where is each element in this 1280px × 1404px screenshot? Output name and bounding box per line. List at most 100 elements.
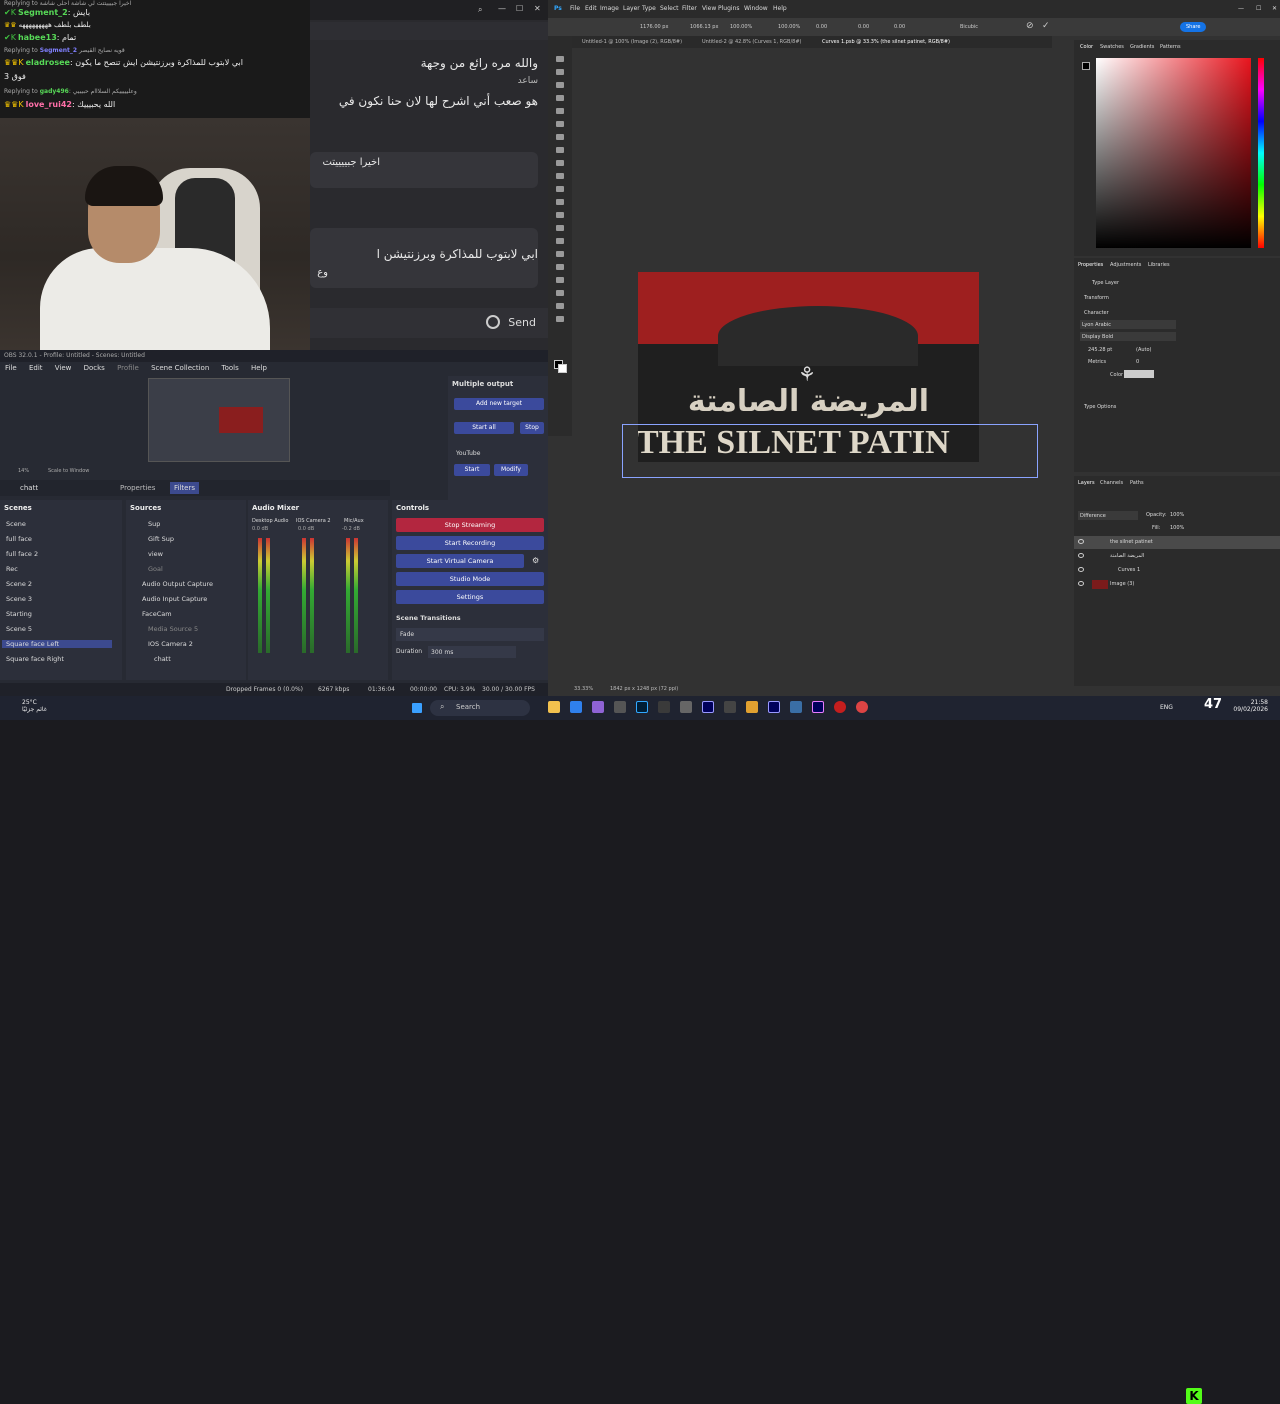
menu-file[interactable]: File: [570, 5, 580, 12]
scene-item[interactable]: full face 2: [6, 550, 38, 558]
layer-row-selected[interactable]: the silnet patinet: [1074, 536, 1280, 549]
healing-tool-icon[interactable]: [556, 147, 564, 153]
hue-slider[interactable]: [1258, 58, 1264, 248]
swatches-tab[interactable]: Swatches: [1100, 44, 1124, 50]
source-group[interactable]: chatt: [154, 655, 171, 663]
app-icon[interactable]: [746, 701, 758, 713]
menu-layer[interactable]: Layer: [623, 5, 640, 12]
menu-image[interactable]: Image: [600, 5, 619, 12]
zoom-tool-icon[interactable]: [556, 316, 564, 322]
close-icon[interactable]: ✕: [534, 4, 541, 13]
premiere-icon[interactable]: [812, 701, 824, 713]
libraries-tab[interactable]: Libraries: [1148, 262, 1170, 268]
weather-widget[interactable]: 25°C غائم جزئيًا: [22, 699, 47, 713]
angle-field[interactable]: 0.00: [816, 24, 827, 30]
menu-tools[interactable]: Tools: [222, 364, 239, 372]
pen-tool-icon[interactable]: [556, 251, 564, 257]
gear-icon[interactable]: [486, 315, 500, 329]
menu-help[interactable]: Help: [773, 5, 787, 12]
scene-item[interactable]: Scene 5: [6, 625, 32, 633]
type-tool-icon[interactable]: [556, 264, 564, 270]
cancel-transform-icon[interactable]: ⊘: [1026, 21, 1034, 31]
transform-section[interactable]: Transform: [1084, 295, 1109, 301]
obs-preview[interactable]: [148, 378, 290, 462]
language-indicator[interactable]: ENG: [1160, 704, 1173, 711]
system-clock[interactable]: 21:58 09/02/2026: [1233, 699, 1268, 713]
eyedropper-tool-icon[interactable]: [556, 134, 564, 140]
opacity-field[interactable]: 100%: [1170, 512, 1184, 518]
history-brush-icon[interactable]: [556, 186, 564, 192]
app-icon[interactable]: [658, 701, 670, 713]
source-group[interactable]: FaceCam: [142, 610, 172, 618]
start-icon[interactable]: [412, 703, 422, 713]
text-color-swatch[interactable]: [1124, 370, 1154, 378]
type-options-section[interactable]: Type Options: [1084, 404, 1116, 410]
menu-docks[interactable]: Docks: [84, 364, 105, 372]
transform-bounding-box[interactable]: [622, 424, 1038, 478]
background-color-swatch[interactable]: [558, 364, 567, 373]
menu-view[interactable]: View: [55, 364, 72, 372]
vscode-icon[interactable]: [570, 701, 582, 713]
youtube-modify-button[interactable]: Modify: [494, 464, 528, 476]
brush-tool-icon[interactable]: [556, 160, 564, 166]
height-field[interactable]: 100.00%: [778, 24, 800, 30]
patterns-tab[interactable]: Patterns: [1160, 44, 1181, 50]
youtube-start-button[interactable]: Start: [454, 464, 490, 476]
crop-tool-icon[interactable]: [556, 108, 564, 114]
source-item[interactable]: Sup: [148, 520, 160, 528]
marquee-tool-icon[interactable]: [556, 69, 564, 75]
font-size-field[interactable]: 245.28 pt: [1088, 347, 1112, 353]
scene-item[interactable]: Rec: [6, 565, 18, 573]
menu-help[interactable]: Help: [251, 364, 267, 372]
menu-file[interactable]: File: [5, 364, 17, 372]
menu-scene-collection[interactable]: Scene Collection: [151, 364, 209, 372]
scene-item[interactable]: full face: [6, 535, 32, 543]
fill-field[interactable]: 100%: [1170, 525, 1184, 531]
interpolation-select[interactable]: Bicubic: [960, 24, 978, 30]
hand-tool-icon[interactable]: [556, 303, 564, 309]
start-virtual-camera-button[interactable]: Start Virtual Camera: [396, 554, 524, 568]
layer-row[interactable]: المريضة الصامتة: [1074, 550, 1280, 563]
layers-tab[interactable]: Layers: [1078, 480, 1095, 486]
settings-button[interactable]: Settings: [396, 590, 544, 604]
menu-filter[interactable]: Filter: [682, 5, 697, 12]
blend-mode-select[interactable]: Difference: [1078, 511, 1138, 520]
blur-tool-icon[interactable]: [556, 225, 564, 231]
menu-type[interactable]: Type: [642, 5, 656, 12]
character-section[interactable]: Character: [1084, 310, 1109, 316]
menu-view[interactable]: View: [702, 5, 716, 12]
source-item[interactable]: Goal: [148, 565, 163, 573]
audition-icon[interactable]: [768, 701, 780, 713]
layer-row[interactable]: Curves 1: [1074, 564, 1280, 577]
duration-field[interactable]: 300 ms: [428, 646, 516, 658]
kerning-field[interactable]: Metrics: [1088, 359, 1106, 365]
v-skew-field[interactable]: 0.00: [894, 24, 905, 30]
y-field[interactable]: 1066.13 px: [690, 24, 718, 30]
doc-tab-active[interactable]: Curves 1.psb @ 33.3% (the silnet patinet…: [822, 39, 950, 45]
path-select-icon[interactable]: [556, 277, 564, 283]
minimize-icon[interactable]: —: [498, 4, 506, 13]
shape-tool-icon[interactable]: [556, 290, 564, 296]
source-item[interactable]: Gift Sup: [148, 535, 174, 543]
layer-row[interactable]: Image (3): [1074, 578, 1280, 591]
source-item[interactable]: Media Source 5: [148, 625, 198, 633]
menu-plugins[interactable]: Plugins: [718, 5, 740, 12]
source-item[interactable]: IOS Camera 2: [148, 640, 193, 648]
maximize-icon[interactable]: ☐: [516, 4, 523, 13]
close-icon[interactable]: ✕: [1272, 5, 1277, 12]
chrome-icon[interactable]: [856, 701, 868, 713]
move-tool-icon[interactable]: [556, 56, 564, 62]
search-icon[interactable]: ⌕: [478, 5, 482, 15]
select-tool-icon[interactable]: [556, 95, 564, 101]
file-explorer-icon[interactable]: [548, 701, 560, 713]
stop-streaming-button[interactable]: Stop Streaming: [396, 518, 544, 532]
photoshop-icon[interactable]: [636, 701, 648, 713]
stop-all-button[interactable]: Stop: [520, 422, 544, 434]
menu-profile[interactable]: Profile: [117, 364, 139, 372]
scene-item[interactable]: Scene 2: [6, 580, 32, 588]
search-input[interactable]: ⌕ Search: [430, 700, 530, 716]
menu-window[interactable]: Window: [744, 5, 768, 12]
fg-color-swatch[interactable]: [1082, 62, 1090, 70]
commit-transform-icon[interactable]: ✓: [1042, 21, 1050, 31]
share-button[interactable]: Share: [1180, 22, 1207, 32]
